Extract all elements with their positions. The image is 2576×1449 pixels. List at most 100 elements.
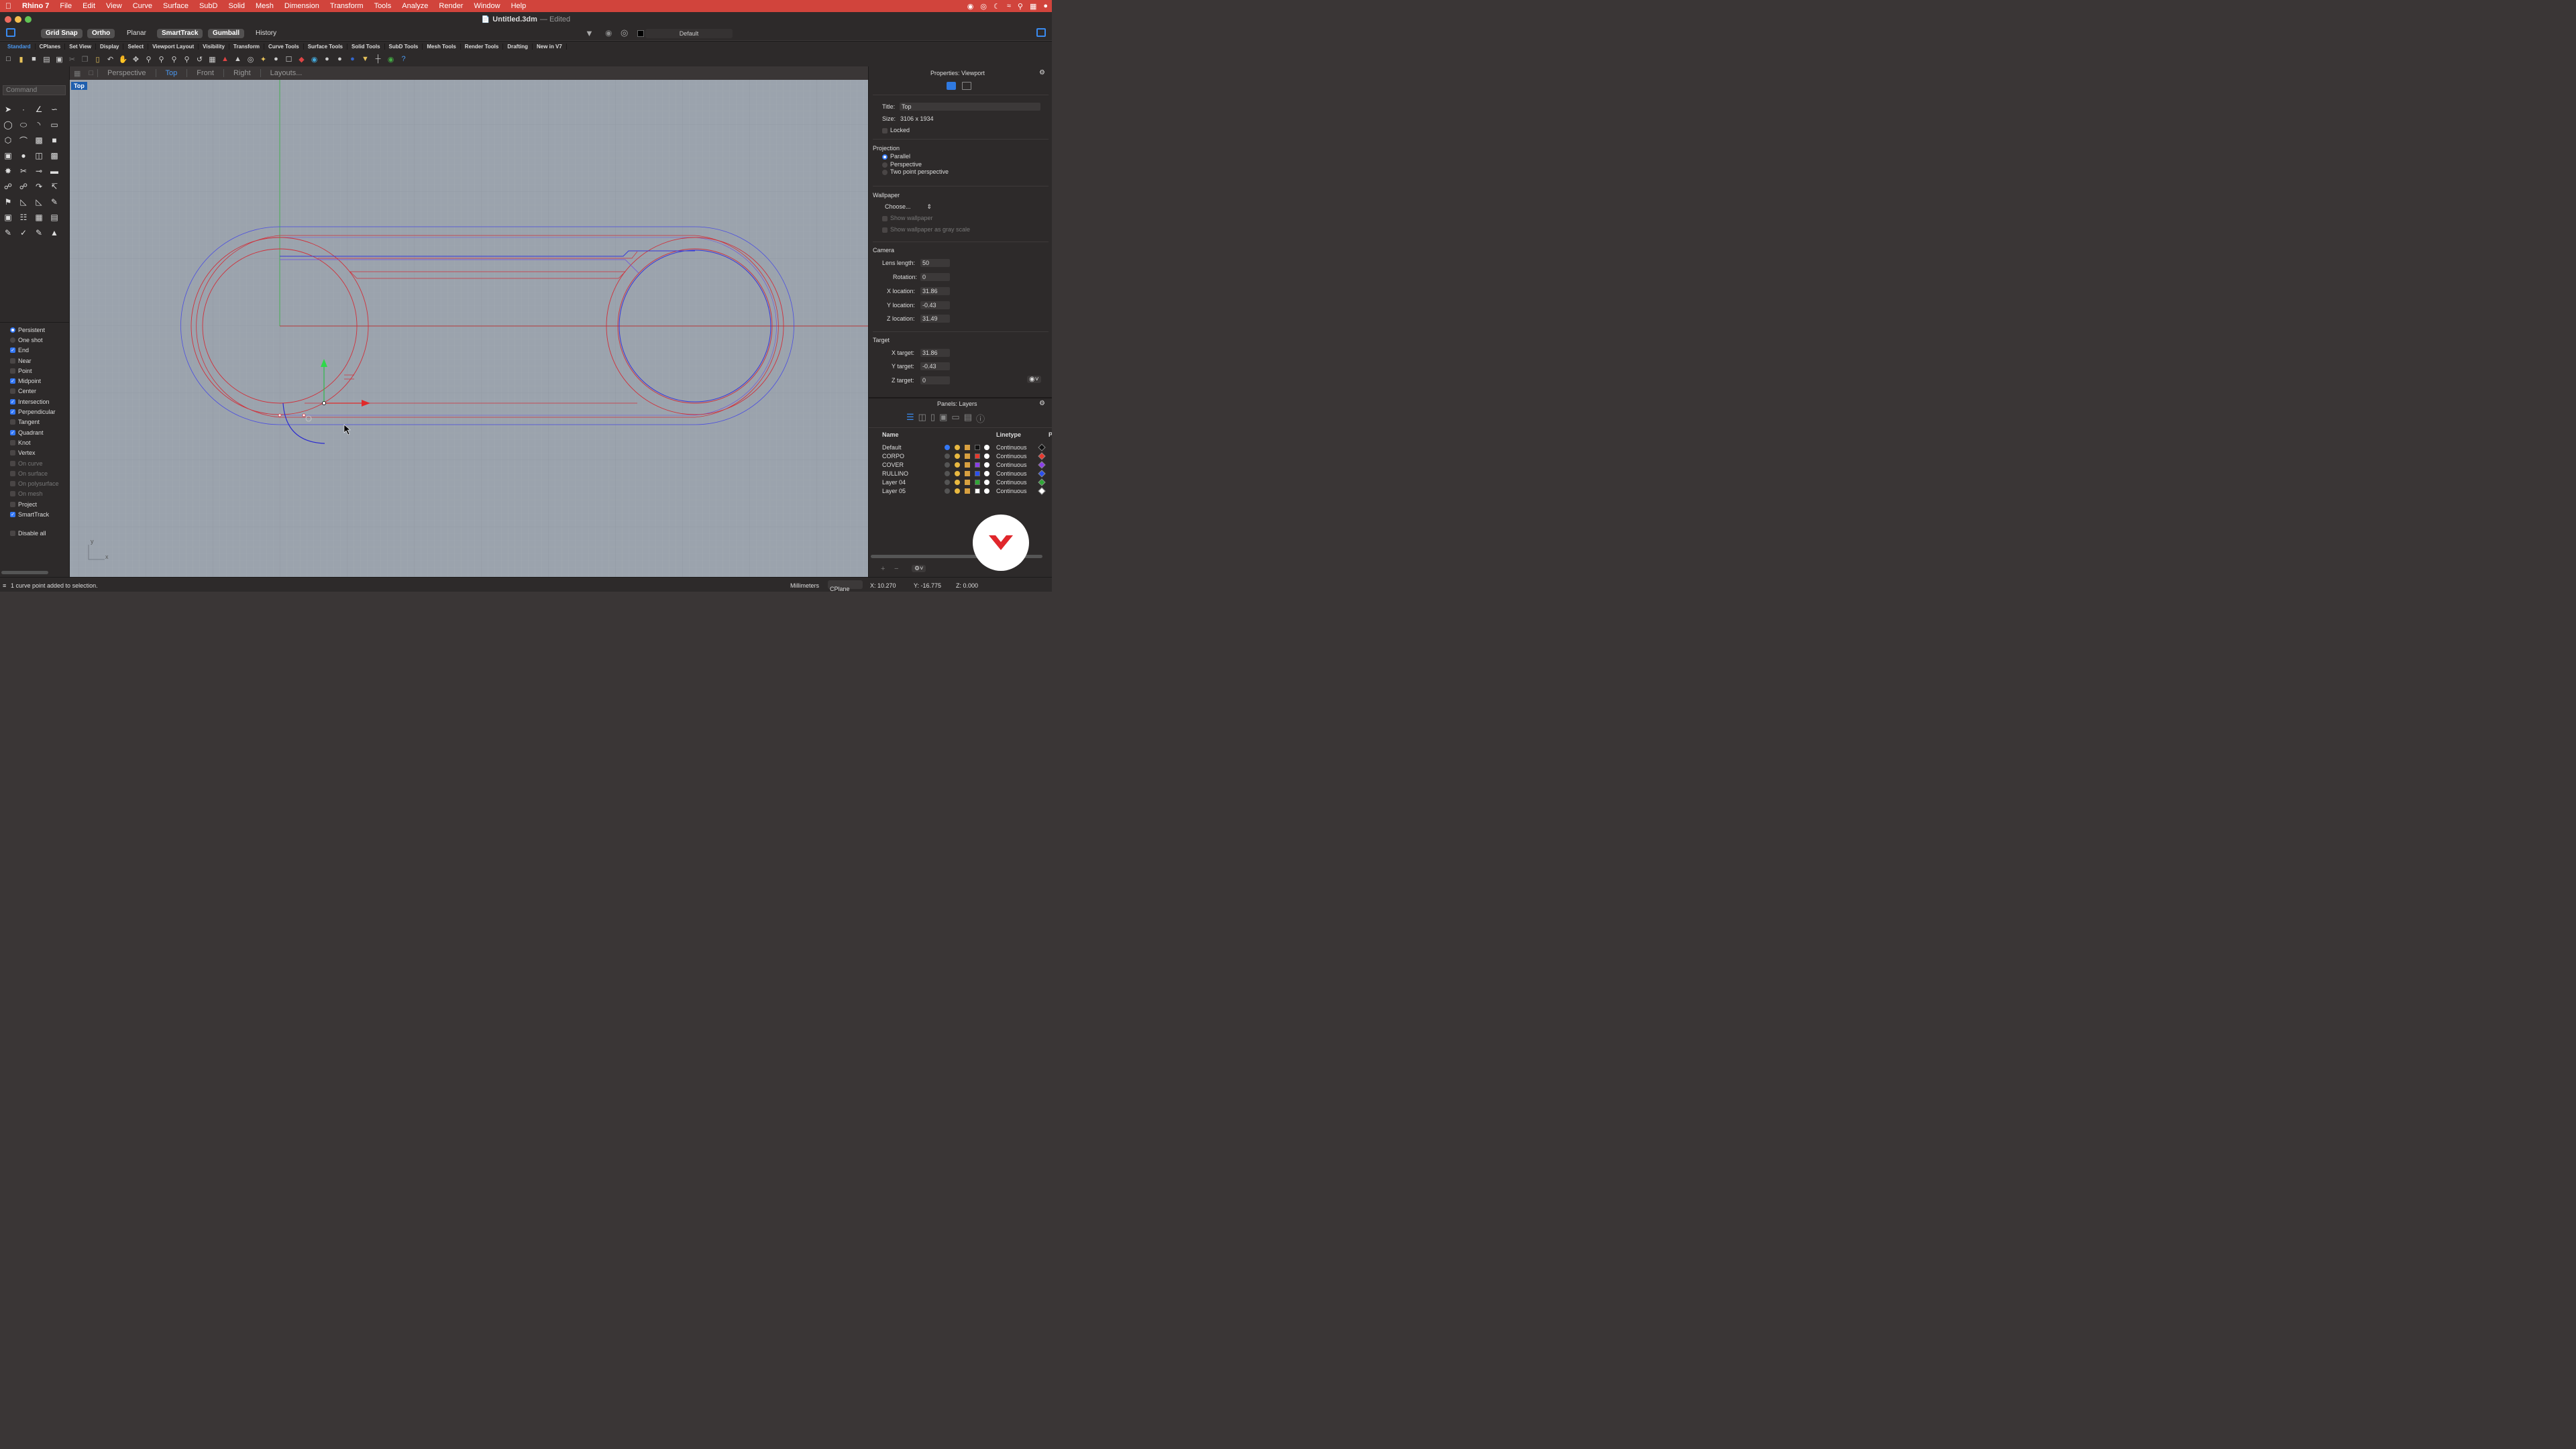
osnap-center[interactable]: Center [0, 386, 70, 396]
print-icon[interactable]: ▤ [40, 54, 53, 64]
layer-row[interactable]: Default Continuous [869, 443, 1052, 452]
menu-help[interactable]: Help [506, 2, 532, 10]
extrude-icon[interactable]: ▩ [48, 149, 61, 162]
osnap-project[interactable]: Project [0, 499, 70, 509]
tab-mesh-tools[interactable]: Mesh Tools [423, 44, 461, 50]
layer-color-swatch[interactable] [975, 445, 980, 450]
print-color-icon[interactable] [1038, 478, 1046, 486]
xtarget-field[interactable]: 31.86 [920, 349, 950, 357]
current-layer-icon[interactable] [945, 488, 950, 494]
osnap-knot[interactable]: Knot [0, 437, 70, 447]
apple-icon[interactable]:  [0, 1, 17, 11]
smarttrack-toggle[interactable]: SmartTrack [157, 29, 203, 38]
join-icon[interactable]: ▬ [48, 164, 61, 178]
menu-render[interactable]: Render [433, 2, 468, 10]
gear-icon[interactable]: ⚙ [1039, 400, 1045, 407]
current-layer-icon[interactable] [945, 445, 950, 450]
ortho-toggle[interactable]: Ortho [87, 29, 115, 38]
osnap-quadrant[interactable]: ✓ Quadrant [0, 427, 70, 437]
layer-name[interactable]: Layer 04 [882, 479, 906, 486]
render-sphere-icon[interactable]: ● [321, 54, 333, 64]
tab-subd-tools[interactable]: SubD Tools [385, 44, 423, 50]
osnap-point[interactable]: Point [0, 366, 70, 376]
surface-icon[interactable]: ▩ [32, 133, 46, 147]
material-icon[interactable]: ◆ [295, 54, 308, 64]
help-icon[interactable]: ⓘ [976, 412, 985, 425]
tab-select[interactable]: Select [123, 44, 149, 50]
viewport-grid-icon[interactable]: ▦ [70, 69, 85, 78]
menu-mesh[interactable]: Mesh [250, 2, 279, 10]
osnap-on-surface[interactable]: On surface [0, 468, 70, 478]
ztarget-field[interactable]: 0 [920, 376, 950, 384]
layer-swatch[interactable] [637, 30, 644, 37]
tab-front[interactable]: Front [187, 69, 224, 77]
lightbulb-icon[interactable] [955, 462, 960, 468]
analyze-icon[interactable]: ✎ [32, 226, 46, 239]
tab-perspective[interactable]: Perspective [98, 69, 156, 77]
print-color-icon[interactable] [1038, 443, 1046, 451]
sidebar-toggle-icon[interactable] [6, 28, 15, 37]
fillet-icon[interactable]: ⌒ [17, 133, 30, 147]
mirror-icon[interactable]: ✎ [48, 195, 61, 209]
layer-color-swatch[interactable] [975, 471, 980, 476]
osnap-vertex[interactable]: Vertex [0, 448, 70, 458]
app-menu[interactable]: Rhino 7 [17, 2, 54, 10]
gumball-toggle[interactable]: Gumball [208, 29, 245, 38]
print-color-icon[interactable] [1038, 470, 1046, 478]
rotation-field[interactable]: 0 [920, 273, 950, 281]
yloc-field[interactable]: -0.43 [920, 301, 950, 309]
layer-name[interactable]: COVER [882, 462, 904, 468]
layer-linetype[interactable]: Continuous [996, 470, 1027, 477]
environment-icon[interactable]: ● [346, 54, 359, 64]
materials-icon[interactable]: ◫ [918, 412, 926, 425]
layer-name[interactable]: Layer 05 [882, 488, 906, 494]
remove-layer-icon[interactable]: − [894, 565, 898, 573]
layers-icon[interactable]: ☰ [906, 412, 914, 425]
group-icon[interactable]: ☍ [1, 180, 15, 193]
lightbulb-icon[interactable] [955, 480, 960, 485]
copy-icon[interactable]: ❐ [78, 54, 91, 64]
tab-top[interactable]: Top [156, 69, 188, 77]
zoom-icon[interactable]: ⚲ [142, 54, 155, 64]
render-tool-icon[interactable]: ▲ [48, 226, 61, 239]
dimension-icon[interactable]: ┼ [372, 54, 384, 64]
dimension-tool-icon[interactable]: ✎ [1, 226, 15, 239]
layer-color-swatch[interactable] [975, 453, 980, 459]
osnap-near[interactable]: Near [0, 356, 70, 366]
box-icon[interactable]: ▣ [1, 149, 15, 162]
gear-icon[interactable]: ⚙ [1039, 69, 1045, 76]
projection-two-point[interactable]: Two point perspective [882, 168, 949, 175]
arc-icon[interactable]: ◝ [32, 118, 46, 131]
osnap-on-curve[interactable]: On curve [0, 458, 70, 468]
planar-toggle[interactable]: Planar [122, 29, 151, 38]
lightbulb-icon[interactable] [955, 453, 960, 459]
layer-row[interactable]: COVER Continuous [869, 461, 1052, 470]
globe-icon[interactable]: ◉ [384, 54, 397, 64]
col-print-header[interactable]: P [1049, 431, 1052, 438]
rectangle-icon[interactable]: ▭ [48, 118, 61, 131]
select-arrow-icon[interactable]: ➤ [1, 103, 15, 116]
current-layer-icon[interactable] [945, 471, 950, 476]
menu-dimension[interactable]: Dimension [279, 2, 325, 10]
filter-icon[interactable]: ▼ [585, 28, 594, 38]
lock-icon[interactable] [965, 462, 970, 468]
grid-snap-toggle[interactable]: Grid Snap [41, 29, 83, 38]
lock-icon[interactable] [965, 471, 970, 476]
menu-solid[interactable]: Solid [223, 2, 250, 10]
light-icon[interactable]: ● [270, 54, 282, 64]
osnap-on-polysurface[interactable]: On polysurface [0, 478, 70, 488]
osnap-oneshot[interactable]: One shot [0, 335, 70, 345]
zloc-field[interactable]: 31.49 [920, 315, 950, 323]
cylinder-icon[interactable]: ◫ [32, 149, 46, 162]
offset-icon[interactable]: ↸ [48, 180, 61, 193]
locked-checkbox[interactable]: Locked [882, 127, 910, 133]
lock-icon[interactable] [965, 488, 970, 494]
select-filter-icon[interactable]: ▼ [359, 54, 372, 64]
point-icon[interactable]: ◎ [244, 54, 257, 64]
lock-icon[interactable] [965, 453, 970, 459]
copy-clipboard-icon[interactable]: ▣ [53, 54, 66, 64]
show-wallpaper-checkbox[interactable]: Show wallpaper [882, 215, 933, 221]
zoom-selected-icon[interactable]: ⚲ [180, 54, 193, 64]
close-window-button[interactable] [5, 16, 11, 23]
viewport-canvas[interactable]: y x [70, 80, 868, 577]
